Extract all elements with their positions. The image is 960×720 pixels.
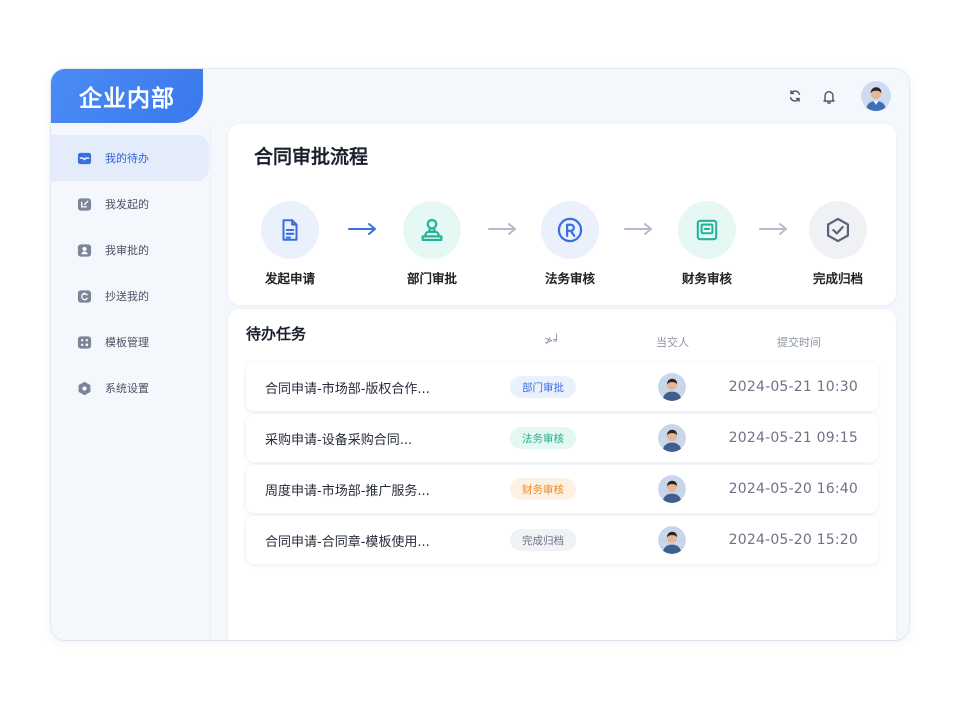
sidebar: 我的待办 我发起的 我审批的 抄送我的 模板管理 系统设置 — [51, 123, 211, 640]
stamp-icon — [403, 201, 461, 259]
app-window: 企业内部 我的待办 我发起的 我审批的 抄送我的 模板管理 系统设置 合同审批流… — [51, 69, 909, 640]
submit-time: 2024-05-20 16:40 — [728, 481, 858, 497]
flow-step-finance[interactable]: 财务审核 — [667, 201, 747, 287]
column-header-status: ≯╛ — [544, 334, 560, 347]
table-row[interactable]: 合同申请-市场部-版权合作... 部门审批 2024-05-21 10:30 — [246, 363, 878, 411]
inbox-icon — [77, 151, 92, 166]
sidebar-item-templates[interactable]: 模板管理 — [51, 319, 210, 365]
flow-step-initiate[interactable]: 发起申请 — [250, 201, 330, 287]
sidebar-item-label: 我的待办 — [105, 152, 149, 165]
user-check-icon — [77, 243, 92, 258]
table-row[interactable]: 采购申请-设备采购合同... 法务审核 2024-05-21 09:15 — [246, 414, 878, 462]
template-icon — [77, 335, 92, 350]
avatar — [658, 424, 686, 452]
status-badge: 完成归档 — [510, 529, 576, 551]
column-header-time: 提交时间 — [777, 336, 821, 349]
ledger-icon — [678, 201, 736, 259]
sidebar-item-cc[interactable]: 抄送我的 — [51, 273, 210, 319]
registered-icon — [541, 201, 599, 259]
table-row[interactable]: 周度申请-市场部-推广服务... 财务审核 2024-05-20 16:40 — [246, 465, 878, 513]
tasks-title: 待办任务 — [246, 325, 307, 343]
submit-time: 2024-05-21 10:30 — [728, 379, 858, 395]
sidebar-item-label: 模板管理 — [105, 336, 149, 349]
send-icon — [77, 197, 92, 212]
table-row[interactable]: 合同申请-合同章-模板使用... 完成归档 2024-05-20 15:20 — [246, 516, 878, 564]
cc-icon — [77, 289, 92, 304]
flow-step-legal[interactable]: 法务审核 — [530, 201, 610, 287]
flow-step-label: 法务审核 — [544, 271, 595, 286]
arrow-right-icon — [348, 223, 376, 235]
task-name: 周度申请-市场部-推广服务... — [265, 483, 430, 499]
arrow-right-icon — [488, 223, 516, 235]
sidebar-item-my-todo[interactable]: 我的待办 — [51, 135, 209, 181]
sidebar-item-label: 我发起的 — [105, 198, 149, 211]
tasks-panel: 待办任务 ≯╛ 当交人 提交时间 合同申请-市场部-版权合作... 部门审批 2… — [228, 309, 896, 640]
sidebar-item-label: 抄送我的 — [105, 290, 149, 303]
arrow-right-icon — [759, 223, 787, 235]
sidebar-item-approved[interactable]: 我审批的 — [51, 227, 210, 273]
column-header-submitter: 当交人 — [656, 336, 689, 349]
sidebar-item-settings[interactable]: 系统设置 — [51, 365, 210, 411]
document-icon — [261, 201, 319, 259]
flow-step-label: 财务审核 — [681, 271, 732, 286]
sidebar-item-initiated[interactable]: 我发起的 — [51, 181, 210, 227]
task-name: 采购申请-设备采购合同... — [265, 432, 413, 448]
submit-time: 2024-05-20 15:20 — [728, 532, 858, 548]
avatar — [658, 475, 686, 503]
flow-title: 合同审批流程 — [254, 146, 369, 168]
flow-panel: 合同审批流程 发起申请 部门审批 法务审核 财务审核 完成归档 — [228, 124, 896, 305]
flow-step-archive[interactable]: 完成归档 — [798, 201, 878, 287]
bell-icon[interactable] — [821, 88, 837, 104]
status-badge: 财务审核 — [510, 478, 576, 500]
flow-step-label: 完成归档 — [812, 271, 863, 286]
avatar — [658, 373, 686, 401]
top-toolbar — [787, 81, 891, 111]
flow-step-label: 部门审批 — [406, 271, 457, 286]
task-name: 合同申请-市场部-版权合作... — [265, 381, 430, 397]
status-badge: 部门审批 — [510, 376, 576, 398]
user-avatar[interactable] — [861, 81, 891, 111]
task-name: 合同申请-合同章-模板使用... — [265, 534, 430, 550]
refresh-icon[interactable] — [787, 88, 803, 104]
shield-check-icon — [809, 201, 867, 259]
flow-step-label: 发起申请 — [264, 271, 315, 286]
avatar — [658, 526, 686, 554]
sidebar-item-label: 我审批的 — [105, 244, 149, 257]
settings-icon — [77, 381, 92, 396]
status-badge: 法务审核 — [510, 427, 576, 449]
sidebar-item-label: 系统设置 — [105, 382, 149, 395]
arrow-right-icon — [624, 223, 652, 235]
flow-step-department[interactable]: 部门审批 — [392, 201, 472, 287]
brand-logo: 企业内部 — [51, 69, 203, 123]
submit-time: 2024-05-21 09:15 — [728, 430, 858, 446]
